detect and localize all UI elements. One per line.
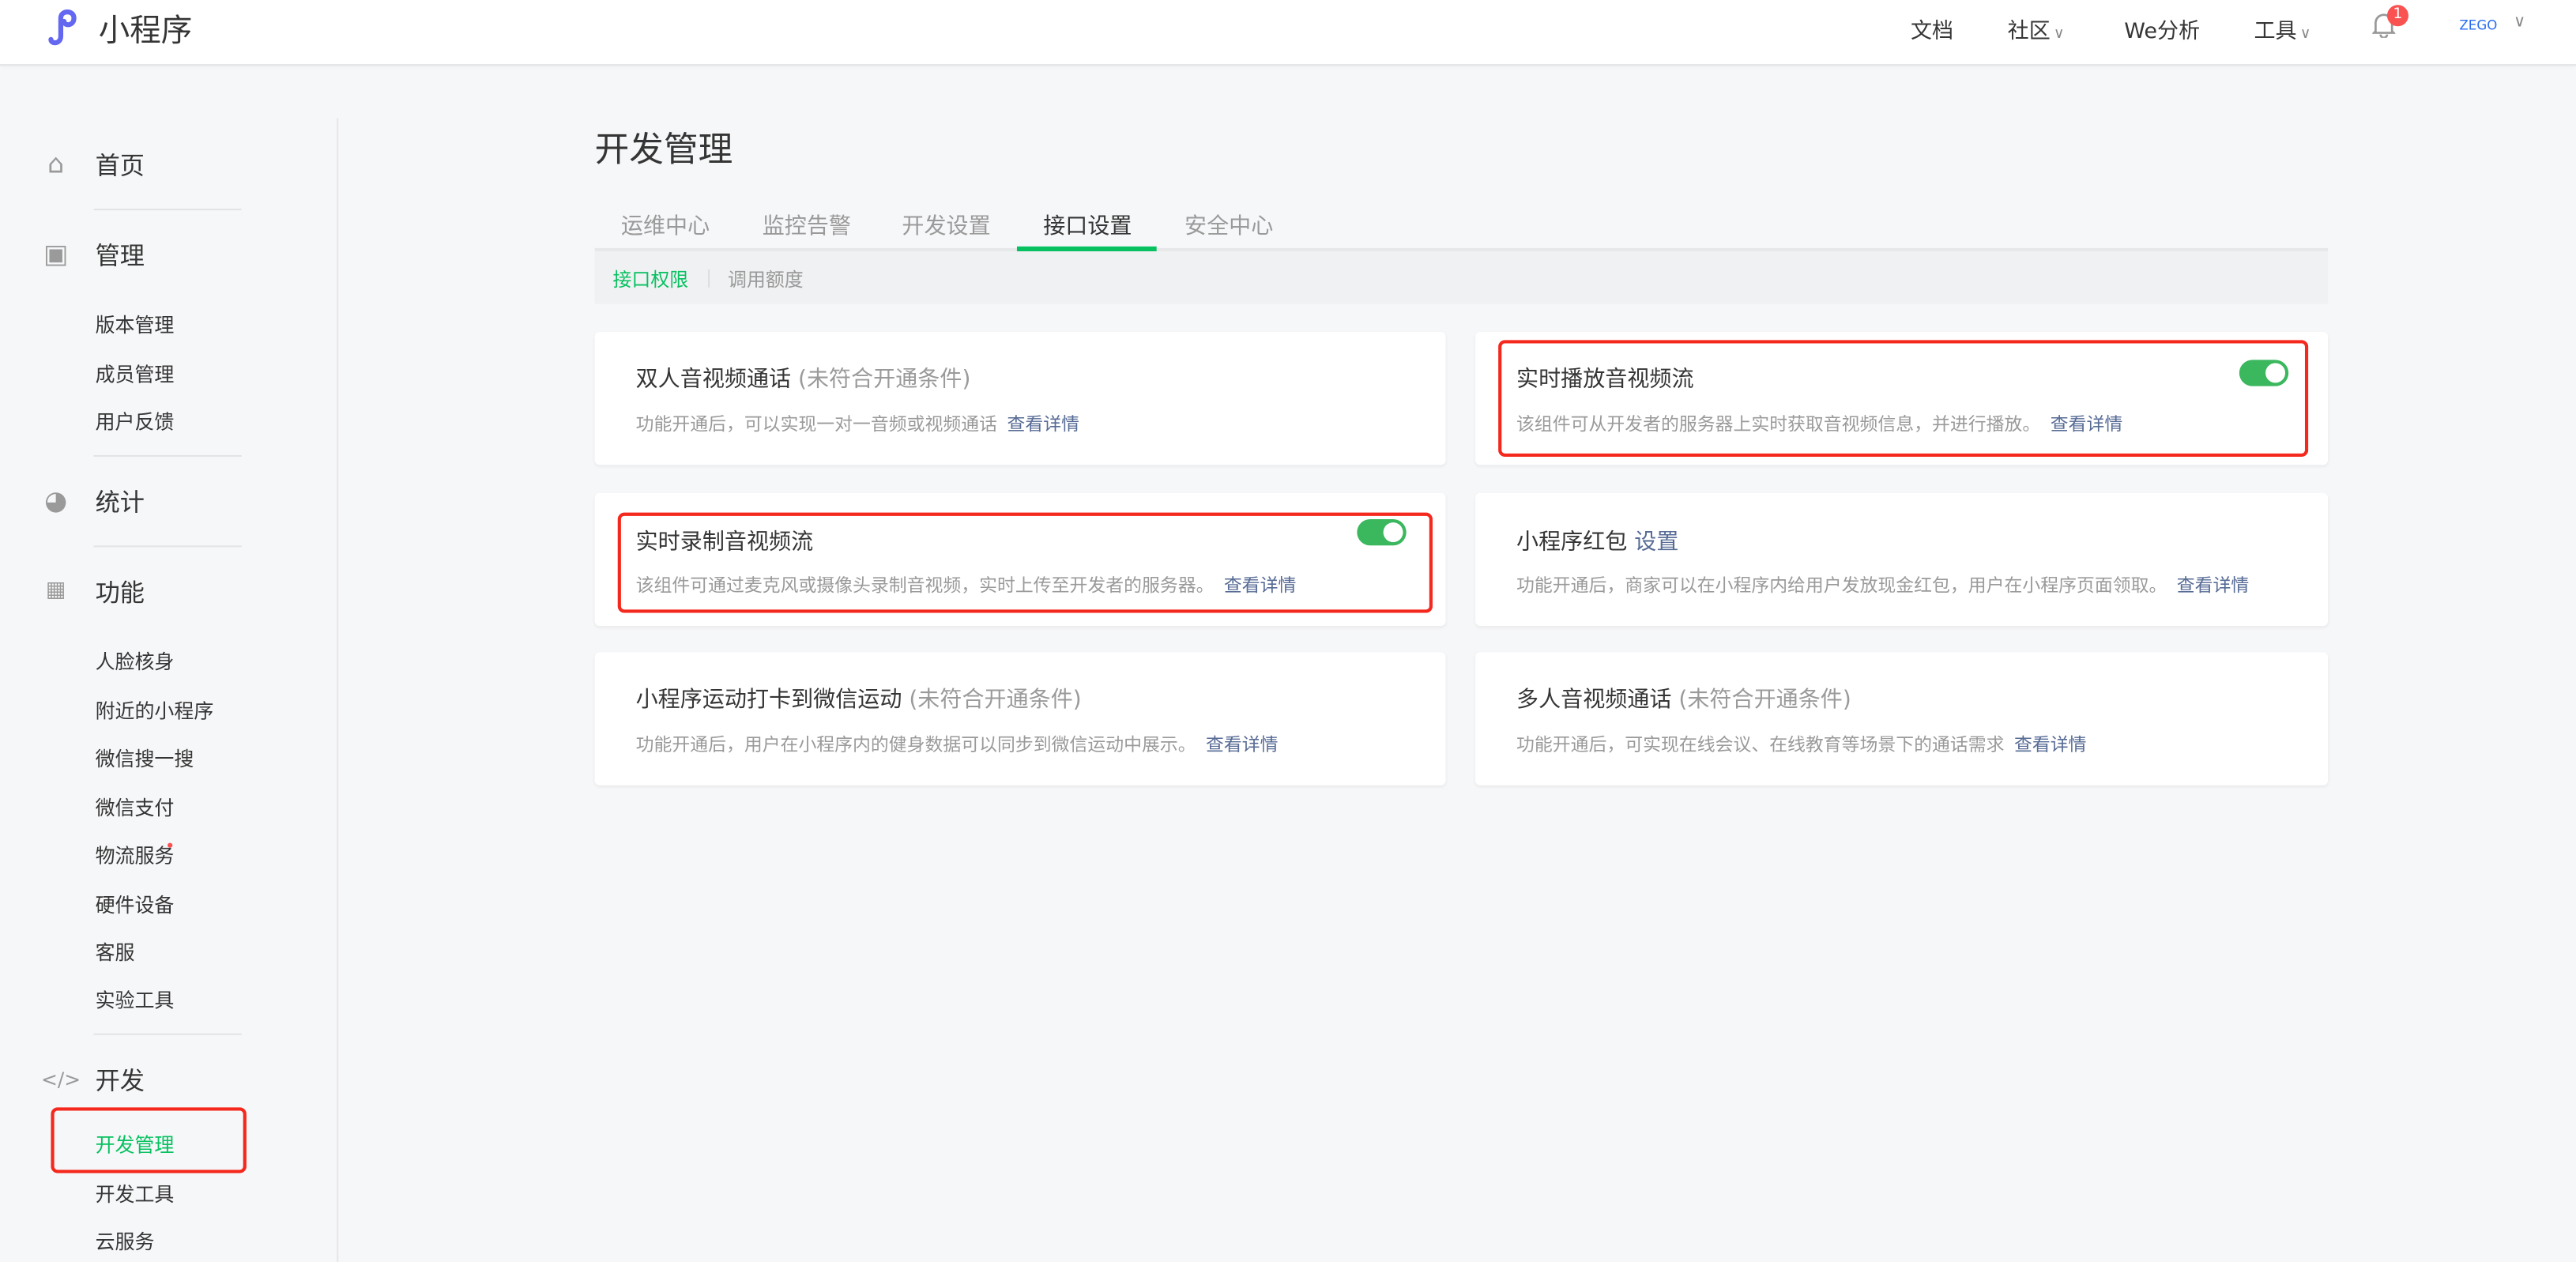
card-title: 双人音视频通话: [636, 367, 791, 393]
subtab-quota[interactable]: 调用额度: [728, 266, 804, 292]
new-dot: [168, 843, 172, 848]
sidebar-divider: [337, 119, 338, 1262]
sidebar-item-manage[interactable]: 管理: [96, 238, 145, 273]
sidebar-item-pay[interactable]: 微信支付: [96, 793, 175, 821]
sidebar-item-home[interactable]: 首页: [96, 148, 145, 183]
card-status: (未符合开通条件): [798, 367, 970, 393]
app-name: 小程序: [99, 6, 193, 51]
home-icon: ⌂: [41, 149, 70, 179]
details-link[interactable]: 查看详情: [2014, 734, 2086, 755]
sidebar-item-nearby[interactable]: 附近的小程序: [96, 697, 214, 725]
card-title: 多人音视频通话: [1516, 687, 1671, 713]
sidebar-item-lab[interactable]: 实验工具: [96, 985, 175, 1013]
feature-card: 实时录制音视频流 该组件可通过麦克风或摄像头录制音视频，实时上传至开发者的服务器…: [595, 493, 1446, 626]
divider: [94, 1034, 242, 1035]
subtab-separator: [708, 269, 710, 288]
divider: [94, 209, 242, 210]
subtab-api-permissions[interactable]: 接口权限: [613, 266, 689, 292]
nav-community[interactable]: 社区∨: [2008, 13, 2065, 45]
card-desc: 功能开通后，用户在小程序内的健身数据可以同步到微信运动中展示。: [636, 734, 1196, 755]
sidebar-item-members[interactable]: 成员管理: [96, 360, 175, 387]
nav-we-analytics[interactable]: We分析: [2124, 13, 2200, 45]
grid-icon: ▦: [41, 577, 70, 606]
details-link[interactable]: 查看详情: [1007, 414, 1079, 435]
tab-security[interactable]: 安全中心: [1184, 207, 1273, 240]
tab-api-settings[interactable]: 接口设置: [1043, 207, 1132, 240]
sidebar-item-stats[interactable]: 统计: [96, 484, 145, 519]
pie-chart-icon: ◕: [41, 486, 70, 515]
nav-docs[interactable]: 文档: [1911, 13, 1953, 45]
inbox-icon: ▣: [41, 240, 70, 269]
nav-tools-label: 工具: [2254, 20, 2297, 44]
sidebar-item-face-verify[interactable]: 人脸核身: [96, 647, 175, 675]
tab-dev-settings[interactable]: 开发设置: [902, 207, 990, 240]
card-desc: 功能开通后，可以实现一对一音频或视频通话: [636, 414, 997, 435]
feature-card: 小程序运动打卡到微信运动 (未符合开通条件) 功能开通后，用户在小程序内的健身数…: [595, 652, 1446, 785]
card-status: (未符合开通条件): [1678, 687, 1851, 713]
sidebar-item-hardware[interactable]: 硬件设备: [96, 891, 175, 918]
code-icon: </>: [41, 1064, 70, 1094]
sidebar-item-features[interactable]: 功能: [96, 575, 145, 610]
highlight-box: [51, 1107, 246, 1173]
feature-card: 双人音视频通话 (未符合开通条件) 功能开通后，可以实现一对一音频或视频通话查看…: [595, 332, 1446, 465]
card-desc: 功能开通后，商家可以在小程序内给用户发放现金红包，用户在小程序页面领取。: [1516, 575, 2167, 597]
feature-card: 多人音视频通话 (未符合开通条件) 功能开通后，可实现在线会议、在线教育等场景下…: [1475, 652, 2328, 785]
tab-monitor[interactable]: 监控告警: [763, 207, 851, 240]
tab-ops[interactable]: 运维中心: [621, 207, 710, 240]
chevron-down-icon: ∨: [2054, 26, 2065, 43]
sidebar-item-logistics[interactable]: 物流服务: [96, 841, 175, 868]
notification-badge: 1: [2387, 5, 2408, 26]
user-menu-chevron-icon[interactable]: ∨: [2514, 13, 2525, 32]
feature-card: 实时播放音视频流 该组件可从开发者的服务器上实时获取音视频信息，并进行播放。查看…: [1475, 332, 2328, 465]
details-link[interactable]: 查看详情: [1206, 734, 1278, 755]
miniprogram-logo-icon: [44, 6, 87, 46]
divider: [94, 545, 242, 547]
sidebar-item-cloud[interactable]: 云服务: [96, 1227, 155, 1255]
nav-tools[interactable]: 工具∨: [2254, 13, 2311, 45]
chevron-down-icon: ∨: [2300, 26, 2311, 43]
card-desc: 功能开通后，可实现在线会议、在线教育等场景下的通话需求: [1516, 734, 2004, 755]
settings-link[interactable]: 设置: [1634, 529, 1678, 555]
nav-community-label: 社区: [2008, 20, 2051, 44]
page-title: 开发管理: [595, 123, 733, 172]
sidebar-item-version[interactable]: 版本管理: [96, 311, 175, 338]
divider: [94, 455, 242, 457]
card-title: 小程序运动打卡到微信运动: [636, 687, 902, 713]
highlight-box: [1498, 340, 2308, 457]
sidebar-item-service[interactable]: 客服: [96, 938, 135, 966]
feature-card: 小程序红包 设置 功能开通后，商家可以在小程序内给用户发放现金红包，用户在小程序…: [1475, 493, 2328, 626]
highlight-box: [618, 513, 1433, 613]
details-link[interactable]: 查看详情: [2177, 575, 2249, 597]
top-header: 小程序 文档 社区∨ We分析 工具∨ 1 ZEGO ∨: [0, 0, 2576, 66]
sidebar-item-search[interactable]: 微信搜一搜: [96, 744, 194, 772]
card-status: (未符合开通条件): [909, 687, 1081, 713]
card-title: 小程序红包: [1516, 529, 1627, 555]
sidebar-item-dev-tools[interactable]: 开发工具: [96, 1180, 175, 1207]
sidebar-item-dev[interactable]: 开发: [96, 1063, 145, 1098]
user-name[interactable]: ZEGO: [2459, 18, 2497, 33]
sidebar-item-feedback[interactable]: 用户反馈: [96, 408, 175, 435]
subtab-bar: [595, 251, 2328, 304]
